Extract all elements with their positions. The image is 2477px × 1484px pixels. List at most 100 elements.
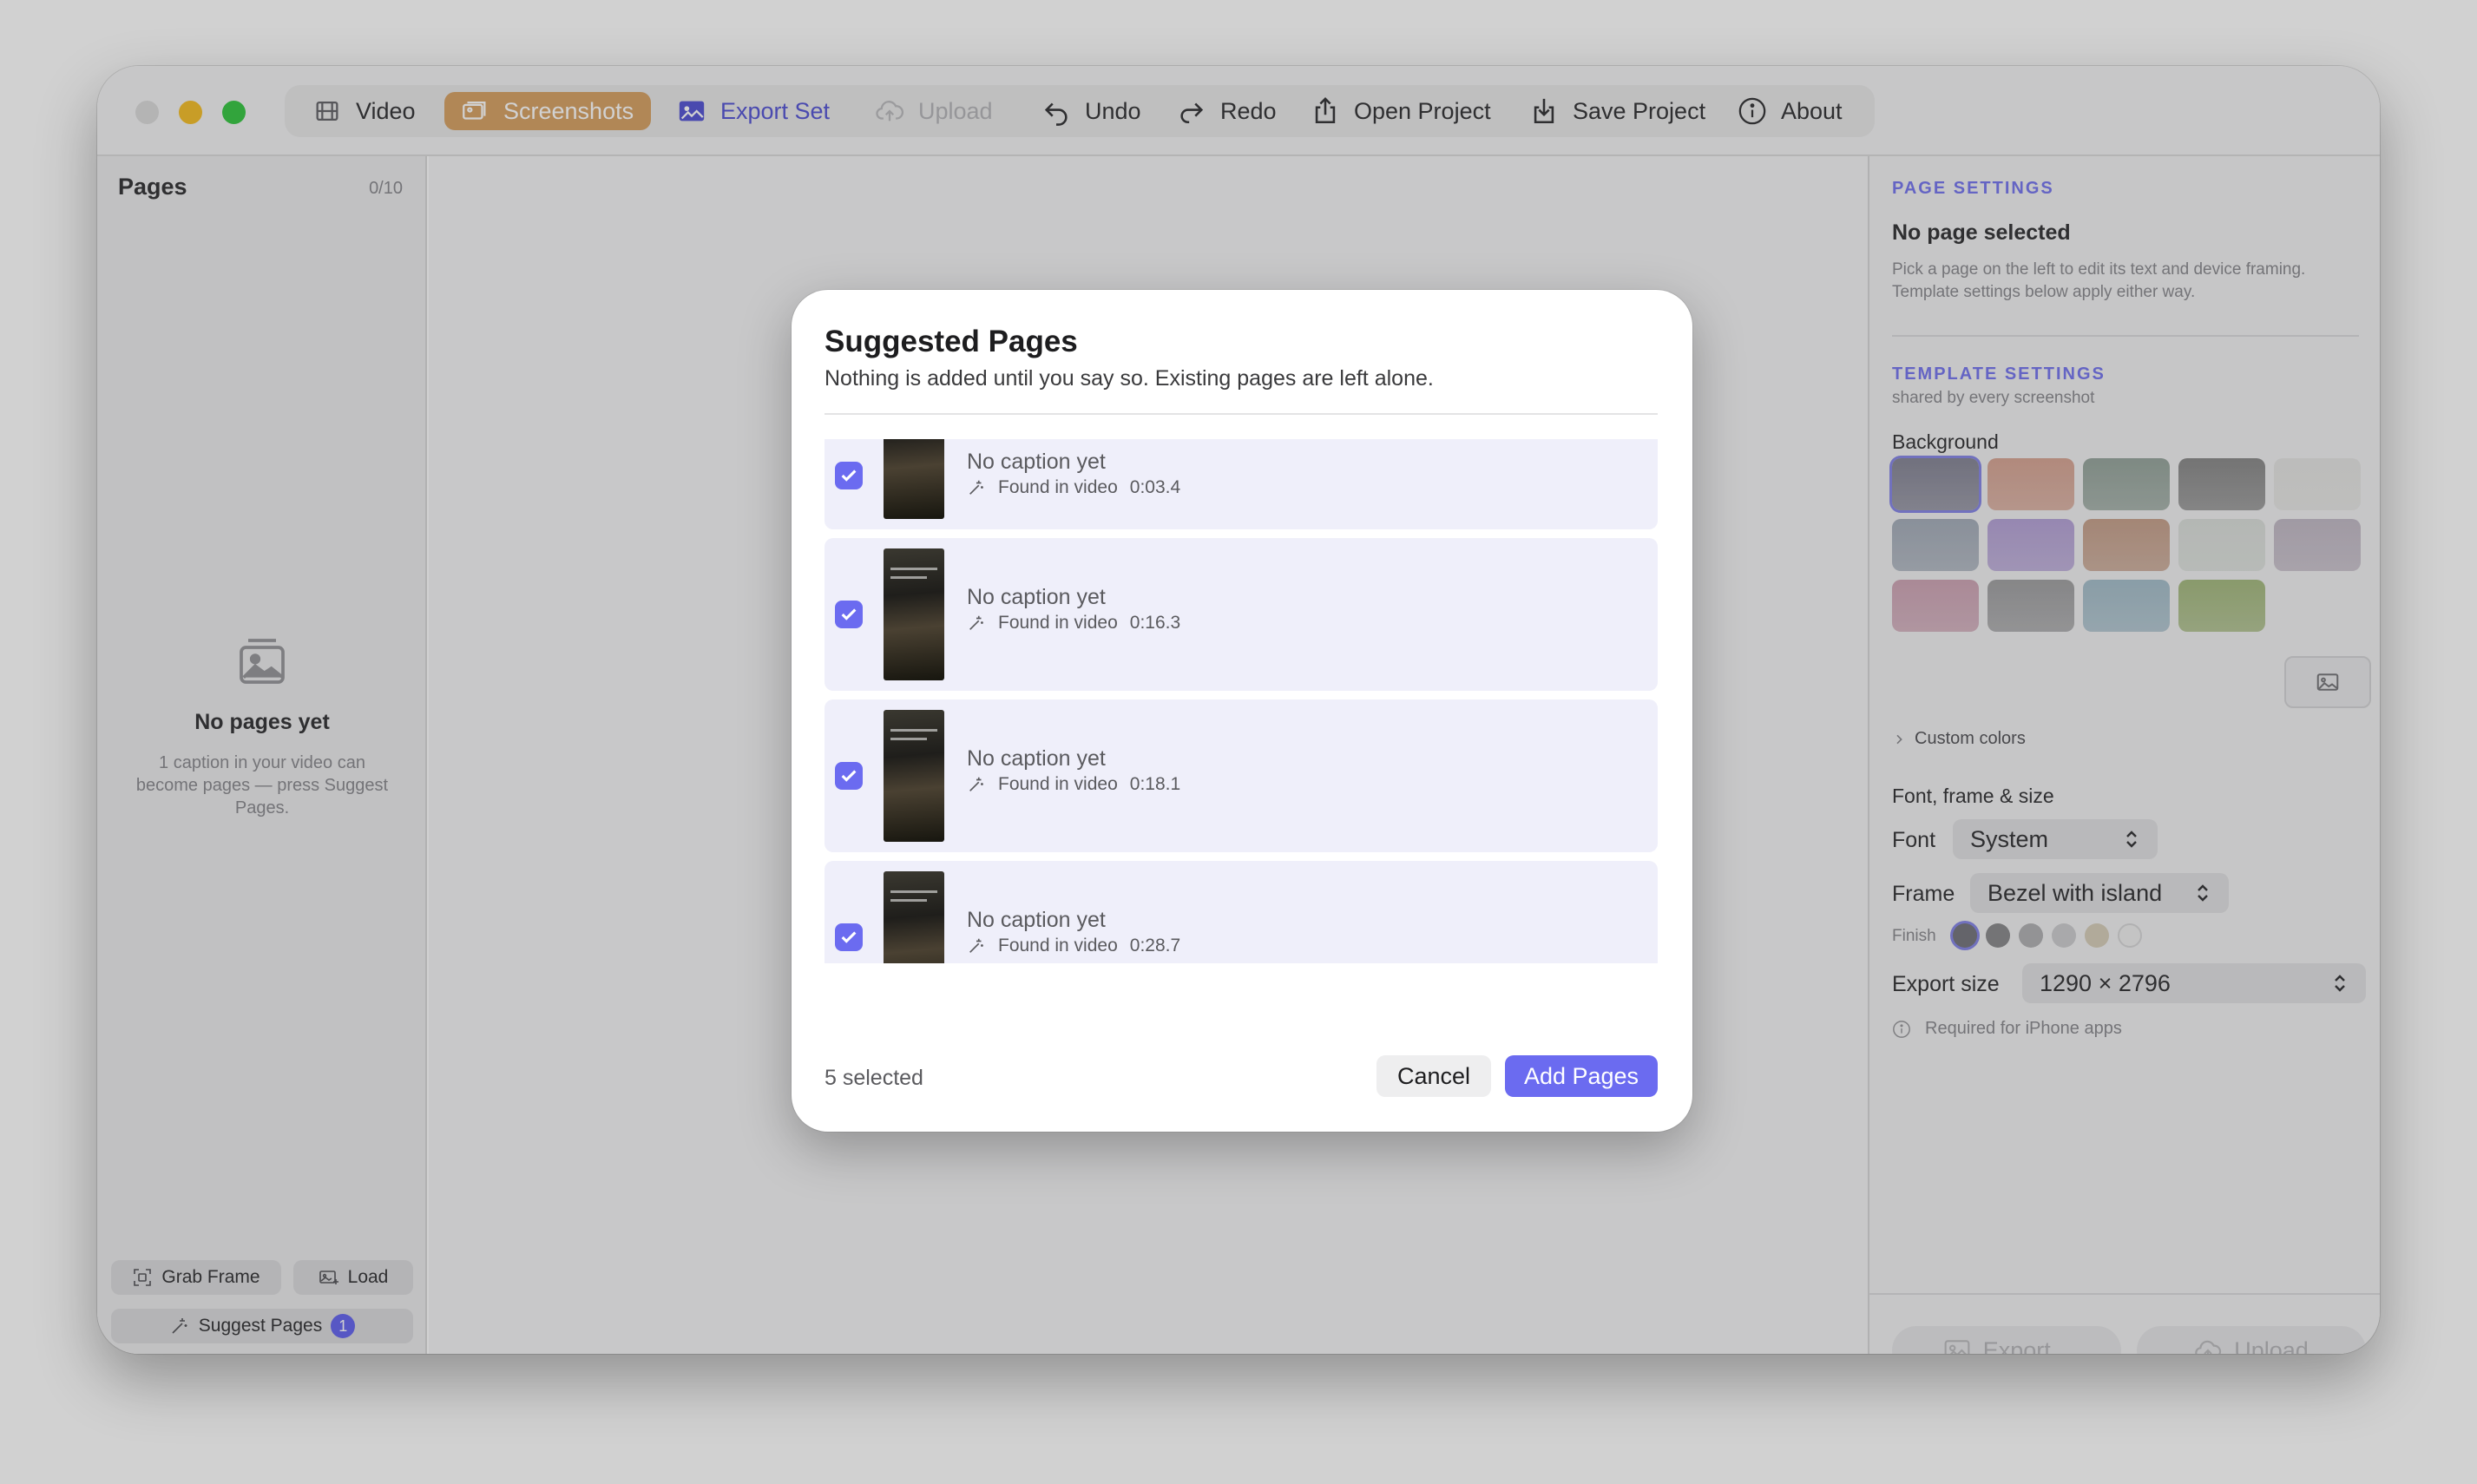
include-checkbox[interactable] <box>835 923 863 951</box>
export-size-select[interactable]: 1290 × 2796 <box>2022 963 2366 1003</box>
screenshots-tab[interactable]: Screenshots <box>444 92 651 130</box>
page-settings-title: PAGE SETTINGS <box>1892 179 2054 198</box>
background-swatch[interactable] <box>1988 458 2074 510</box>
background-swatch[interactable] <box>2083 519 2170 571</box>
suggest-count-badge: 1 <box>331 1314 356 1338</box>
background-swatch[interactable] <box>1988 519 2074 571</box>
finish-option-white[interactable] <box>2118 923 2142 948</box>
share-icon <box>1315 97 1336 124</box>
custom-colors-label: Custom colors <box>1915 729 2026 748</box>
magic-wand-icon <box>969 615 983 630</box>
suggestion-row[interactable]: No caption yet Found in video 0:03.4 <box>825 439 1658 529</box>
background-swatch[interactable] <box>1988 580 2074 632</box>
upload-button[interactable]: Upload <box>2137 1326 2366 1354</box>
finish-option-graphite[interactable] <box>1986 923 2010 948</box>
background-swatch[interactable] <box>2274 519 2361 571</box>
add-pages-button[interactable]: Add Pages <box>1505 1055 1658 1097</box>
suggested-pages-dialog: Suggested Pages Nothing is added until y… <box>792 290 1692 1132</box>
background-swatch[interactable] <box>2083 458 2170 510</box>
zoom-window-button[interactable] <box>222 101 246 124</box>
redo-icon <box>1180 102 1204 124</box>
cloud-upload-icon <box>876 101 904 121</box>
open-project-label: Open Project <box>1354 97 1491 124</box>
dialog-subtitle: Nothing is added until you say so. Exist… <box>825 366 1434 391</box>
found-label: Found in video <box>998 936 1118 955</box>
save-project-button[interactable]: Save Project <box>1514 85 1721 137</box>
finish-option-light[interactable] <box>2052 923 2076 948</box>
grab-frame-button[interactable]: Grab Frame <box>111 1260 281 1295</box>
cloud-upload-icon <box>2195 1340 2222 1354</box>
finish-option-silver[interactable] <box>2019 923 2043 948</box>
photo-placeholder-icon <box>240 639 285 684</box>
export-set-label: Export Set <box>720 97 831 124</box>
background-label: Background <box>1892 430 1999 453</box>
no-page-selected: No page selected <box>1892 220 2071 245</box>
redo-button[interactable]: Redo <box>1161 85 1292 137</box>
suggestion-row[interactable]: No caption yet Found in video 0:16.3 <box>825 538 1658 691</box>
background-swatch[interactable] <box>1892 519 1979 571</box>
cancel-button[interactable]: Cancel <box>1376 1055 1491 1097</box>
suggestion-row[interactable]: No caption yet Found in video 0:18.1 <box>825 699 1658 852</box>
background-swatch[interactable] <box>1892 580 1979 632</box>
suggestion-list[interactable]: No caption yet Found in video 0:03.4 No cap… <box>825 439 1658 963</box>
template-settings-title: TEMPLATE SETTINGS <box>1892 364 2106 384</box>
magic-wand-icon <box>969 938 983 953</box>
undo-button[interactable]: Undo <box>1026 85 1157 137</box>
font-select[interactable]: System <box>1953 819 2158 859</box>
upload-toolbar-label: Upload <box>918 97 993 124</box>
timestamp: 0:18.1 <box>1129 774 1181 794</box>
checkmark-icon <box>841 770 857 782</box>
found-label: Found in video <box>998 613 1118 633</box>
image-icon <box>2316 673 2339 691</box>
include-checkbox[interactable] <box>835 762 863 790</box>
open-project-button[interactable]: Open Project <box>1295 85 1507 137</box>
close-window-button[interactable] <box>135 101 159 124</box>
found-in-video: Found in video 0:03.4 <box>967 477 1180 498</box>
empty-state-hint: 1 caption in your video can become pages… <box>135 753 389 818</box>
updown-chevron-icon <box>2126 831 2137 848</box>
image-icon <box>679 101 705 121</box>
download-tray-icon <box>1534 98 1554 124</box>
background-swatch[interactable] <box>2083 580 2170 632</box>
load-button[interactable]: Load <box>293 1260 413 1295</box>
background-swatch[interactable] <box>2178 519 2265 571</box>
suggest-pages-button[interactable]: Suggest Pages 1 <box>111 1309 413 1343</box>
minimize-window-button[interactable] <box>179 101 202 124</box>
checkmark-icon <box>841 469 857 482</box>
custom-colors-disclosure[interactable]: Custom colors <box>1892 729 2026 749</box>
include-checkbox[interactable] <box>835 601 863 628</box>
required-note: Required for iPhone apps <box>1892 1019 2122 1039</box>
no-page-hint: Pick a page on the left to edit its text… <box>1892 260 2306 301</box>
settings-panel: PAGE SETTINGS No page selected Pick a pa… <box>1868 156 2380 1354</box>
frame-select[interactable]: Bezel with island <box>1970 873 2229 913</box>
background-swatch[interactable] <box>1892 458 1979 510</box>
finish-option-gold[interactable] <box>2085 923 2109 948</box>
background-swatch[interactable] <box>2274 458 2361 510</box>
selected-count: 5 selected <box>825 1066 923 1090</box>
background-swatch[interactable] <box>2178 580 2265 632</box>
font-frame-size-label: Font, frame & size <box>1892 785 2054 807</box>
screenshots-tab-label: Screenshots <box>503 97 634 124</box>
timestamp: 0:03.4 <box>1129 477 1181 497</box>
photos-stack-icon <box>463 101 486 120</box>
export-set-button[interactable]: Export Set <box>661 85 845 137</box>
video-tab[interactable]: Video <box>297 85 431 137</box>
timestamp: 0:28.7 <box>1129 936 1181 955</box>
found-in-video: Found in video 0:18.1 <box>967 774 1180 795</box>
custom-image-swatch[interactable] <box>2284 656 2371 708</box>
upload-toolbar-button[interactable]: Upload <box>859 85 1009 137</box>
about-button[interactable]: About <box>1722 85 1858 137</box>
suggestion-row[interactable]: No caption yet Found in video 0:28.7 <box>825 861 1658 963</box>
pages-title: Pages <box>118 174 187 200</box>
save-project-label: Save Project <box>1573 97 1706 124</box>
about-label: About <box>1781 97 1843 124</box>
finish-option-dark-selected[interactable] <box>1953 923 1977 948</box>
background-swatch[interactable] <box>2178 458 2265 510</box>
include-checkbox[interactable] <box>835 462 863 489</box>
viewfinder-icon <box>134 1269 152 1286</box>
undo-label: Undo <box>1085 97 1141 124</box>
magic-wand-icon <box>172 1318 187 1334</box>
divider <box>825 413 1658 415</box>
export-button[interactable]: Export... <box>1892 1326 2121 1354</box>
finish-label: Finish <box>1892 927 1936 945</box>
